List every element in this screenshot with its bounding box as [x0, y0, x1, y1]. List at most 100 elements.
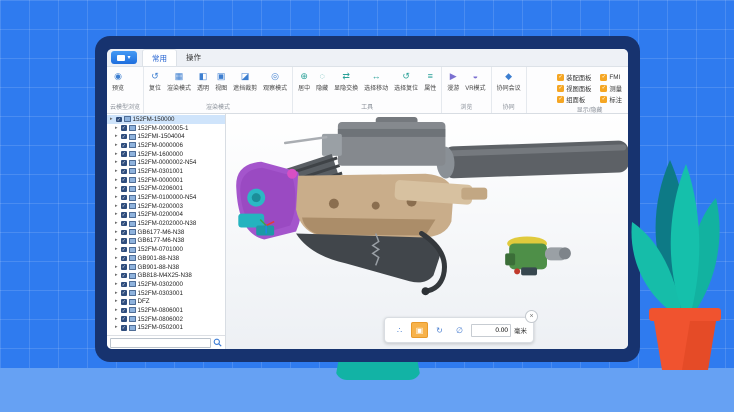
- ribbon-tab[interactable]: 操作: [177, 49, 210, 66]
- tree-checkbox[interactable]: ✓: [121, 246, 127, 253]
- ribbon-button[interactable]: ◌ 隐藏: [314, 69, 330, 93]
- tree-checkbox[interactable]: ✓: [121, 194, 127, 201]
- expand-arrow-icon[interactable]: ▸: [115, 316, 119, 322]
- expand-arrow-icon[interactable]: ▸: [115, 255, 119, 261]
- tree-item[interactable]: ▸ ✓ 152FM-0000006: [107, 141, 225, 150]
- ribbon-button[interactable]: ◉ 预览: [110, 69, 126, 93]
- tree-item[interactable]: ▸ ✓ 152FM-0502001: [107, 324, 225, 333]
- tree-checkbox[interactable]: ✓: [121, 142, 127, 149]
- ribbon-button[interactable]: ◎ 观察模式: [261, 69, 289, 93]
- tree-checkbox[interactable]: ✓: [121, 299, 127, 305]
- tree-search-input[interactable]: [110, 337, 211, 348]
- expand-arrow-icon[interactable]: ▸: [115, 229, 119, 235]
- tree-item[interactable]: ▸ ✓ 152FM-0206001: [107, 185, 225, 194]
- expand-arrow-icon[interactable]: ▸: [115, 134, 119, 139]
- expand-arrow-icon[interactable]: ▸: [115, 186, 119, 191]
- tree-item[interactable]: ▸ ✓ 152FM-0806001: [107, 306, 225, 315]
- expand-arrow-icon[interactable]: ▸: [115, 299, 119, 304]
- tree-item[interactable]: ▸ ✓ 152FM-0202000-N38: [107, 219, 225, 228]
- expand-arrow-icon[interactable]: ▸: [115, 151, 119, 157]
- expand-arrow-icon[interactable]: ▸: [115, 195, 119, 200]
- tree-item[interactable]: ▸ ✓ 152FM-0000001: [107, 176, 225, 185]
- tree-item[interactable]: ▸ ✓ GB818-M4X25-N38: [107, 271, 225, 280]
- tree-checkbox[interactable]: ✓: [121, 316, 127, 322]
- expand-arrow-icon[interactable]: ▸: [115, 160, 119, 165]
- tree-checkbox[interactable]: ✓: [121, 272, 127, 279]
- ribbon-button[interactable]: ↺ 复位: [147, 69, 163, 93]
- tree-item[interactable]: ▸ ✓ 152FM-0302000: [107, 280, 225, 289]
- app-logo-icon[interactable]: ▾: [111, 51, 137, 64]
- tree-item[interactable]: ▸ ✓ 152FM-0100000-N54: [107, 193, 225, 202]
- ribbon-tab[interactable]: 常用: [142, 49, 177, 66]
- tree-checkbox[interactable]: ✓: [121, 168, 127, 175]
- display-toggle[interactable]: ✓ 视图面板: [557, 83, 591, 93]
- tree-checkbox[interactable]: ✓: [121, 151, 127, 157]
- expand-arrow-icon[interactable]: ▸: [115, 212, 119, 217]
- tree-checkbox[interactable]: ✓: [121, 212, 127, 218]
- ribbon-button[interactable]: ⊕ 居中: [296, 69, 312, 93]
- offset-value-input[interactable]: [471, 323, 511, 337]
- expand-arrow-icon[interactable]: ▸: [115, 177, 119, 183]
- ribbon-button[interactable]: ◆ 协同会议: [495, 69, 523, 93]
- close-icon[interactable]: ×: [525, 310, 538, 323]
- expand-arrow-icon[interactable]: ▸: [115, 325, 119, 330]
- ribbon-button[interactable]: ▣ 视图: [213, 69, 229, 93]
- ribbon-button[interactable]: ◧ 透明: [195, 69, 211, 93]
- expand-arrow-icon[interactable]: ▸: [115, 264, 119, 270]
- tree-checkbox[interactable]: ✓: [121, 186, 127, 192]
- tree-checkbox[interactable]: ✓: [121, 203, 127, 209]
- tree-checkbox[interactable]: ✓: [121, 229, 127, 236]
- expand-arrow-icon[interactable]: ▸: [115, 203, 119, 209]
- expand-arrow-icon[interactable]: ▸: [115, 281, 119, 287]
- tree-item[interactable]: ▸ ✓ 152FM-0301001: [107, 167, 225, 176]
- expand-arrow-icon[interactable]: ▸: [110, 116, 114, 122]
- tree-item[interactable]: ▸ ✓ GB6177-M6-N38: [107, 228, 225, 237]
- tree-checkbox[interactable]: ✓: [121, 220, 127, 227]
- ribbon-button[interactable]: ◒ VR模式: [463, 69, 487, 93]
- tree-item[interactable]: ▸ ✓ 152FM-0200003: [107, 202, 225, 211]
- view-tool-button[interactable]: ∴: [391, 322, 408, 338]
- tree-item[interactable]: ▸ ✓ 152FM-0806002: [107, 315, 225, 324]
- view-tool-button[interactable]: ∅: [451, 322, 468, 338]
- display-toggle[interactable]: ✓ 组面板: [557, 94, 591, 104]
- tree-item[interactable]: ▸ ✓ 152FM-0000002-N54: [107, 158, 225, 167]
- expand-arrow-icon[interactable]: ▸: [115, 290, 119, 296]
- expand-arrow-icon[interactable]: ▸: [115, 168, 119, 174]
- expand-arrow-icon[interactable]: ▸: [115, 238, 119, 243]
- viewport-3d[interactable]: ∴ ▣ ↻ ∅ 毫米 ×: [226, 114, 628, 349]
- tree-item[interactable]: ▸ ✓ 152FMI-1504004: [107, 132, 225, 141]
- tree-item[interactable]: ▸ ✓ GB6177-M6-N38: [107, 237, 225, 246]
- tree-checkbox[interactable]: ✓: [121, 290, 127, 296]
- ribbon-button[interactable]: ▶ 漫游: [445, 69, 461, 93]
- search-icon[interactable]: [213, 338, 222, 347]
- tree-checkbox[interactable]: ✓: [121, 255, 127, 262]
- tree-checkbox[interactable]: ✓: [121, 125, 127, 131]
- tree-checkbox[interactable]: ✓: [121, 281, 127, 288]
- ribbon-button[interactable]: ↺ 选择复位: [392, 69, 420, 93]
- tree-checkbox[interactable]: ✓: [121, 160, 127, 166]
- view-tool-button[interactable]: ↻: [431, 322, 448, 338]
- tree-checkbox[interactable]: ✓: [121, 264, 127, 270]
- expand-arrow-icon[interactable]: ▸: [115, 221, 119, 226]
- tree-checkbox[interactable]: ✓: [121, 325, 127, 331]
- view-tool-button[interactable]: ▣: [411, 322, 428, 338]
- ribbon-button[interactable]: ≡ 属性: [422, 69, 438, 93]
- tree-checkbox[interactable]: ✓: [121, 133, 127, 140]
- tree-item[interactable]: ▸ ✓ 152FM-0303001: [107, 289, 225, 298]
- ribbon-button[interactable]: ◪ 遮挡裁剪: [231, 69, 259, 93]
- ribbon-button[interactable]: ▦ 渲染模式: [165, 69, 193, 93]
- ribbon-button[interactable]: ⇄ 显隐交换: [332, 69, 360, 93]
- display-toggle[interactable]: ✓ FMI: [600, 72, 622, 82]
- tree-item[interactable]: ▸ ✓ 152FM-0000005-1: [107, 124, 225, 133]
- tree-checkbox[interactable]: ✓: [121, 238, 127, 244]
- tree-item[interactable]: ▸ ✓ DFZ: [107, 297, 225, 306]
- expand-arrow-icon[interactable]: ▸: [115, 247, 119, 252]
- ribbon-button[interactable]: ↔ 选择移动: [362, 69, 390, 93]
- expand-arrow-icon[interactable]: ▸: [115, 273, 119, 278]
- expand-arrow-icon[interactable]: ▸: [115, 142, 119, 148]
- tree-checkbox[interactable]: ✓: [121, 177, 127, 183]
- tree-item[interactable]: ▸ ✓ 152FM-0701000: [107, 245, 225, 254]
- display-toggle[interactable]: ✓ 标注: [600, 94, 622, 104]
- tree-item[interactable]: ▸ ✓ GB901-88-N38: [107, 254, 225, 263]
- display-toggle[interactable]: ✓ 测量: [600, 83, 622, 93]
